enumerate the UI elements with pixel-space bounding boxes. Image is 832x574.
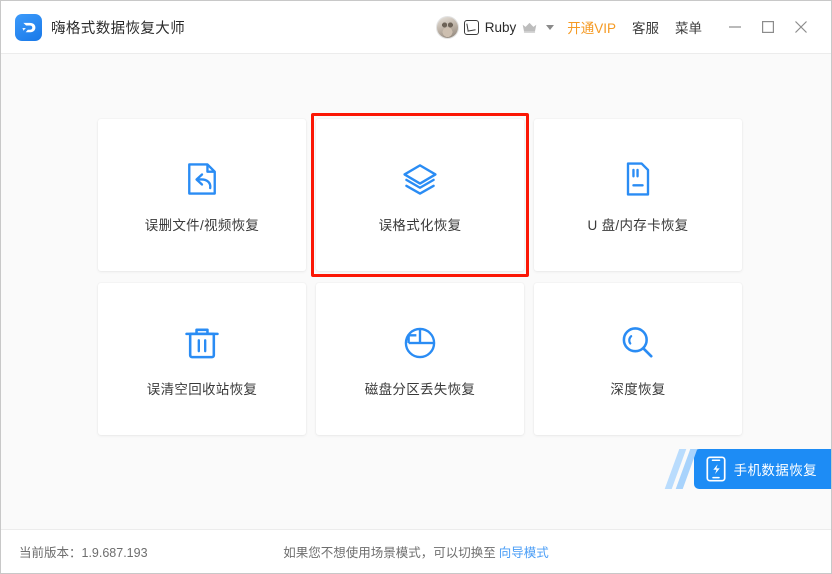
banner-body[interactable]: 手机数据恢复 — [693, 449, 831, 489]
account-area[interactable]: Ruby — [435, 15, 555, 39]
content-area: 误删文件/视频恢复 误格式化恢复 U 盘/内存卡恢复 误清空回收站恢复 磁盘分区… — [1, 54, 831, 529]
chevron-down-icon[interactable] — [546, 24, 555, 30]
wizard-mode-link[interactable]: 向导模式 — [499, 546, 549, 560]
banner-label: 手机数据恢复 — [733, 463, 817, 478]
status-bar: 当前版本：1.9.687.193 如果您不想使用场景模式，可以切换至 向导模式 — [1, 529, 831, 573]
crown-icon — [521, 21, 538, 34]
file-restore-icon — [182, 156, 222, 202]
app-logo-d-icon — [15, 13, 42, 41]
maximize-button[interactable] — [751, 12, 784, 42]
phone-recovery-icon — [706, 456, 726, 482]
user-badge-icon — [463, 19, 479, 35]
version-label: 当前版本：1.9.687.193 — [19, 546, 148, 560]
app-window: 嗨格式数据恢复大师 Ruby 开通VIP 客服 菜单 误删文件/视频恢复 误格式… — [0, 0, 832, 574]
card-label: U 盘/内存卡恢复 — [587, 218, 689, 233]
trash-icon — [182, 320, 222, 366]
brand: 嗨格式数据恢复大师 — [15, 13, 186, 41]
card-recycle-bin-recovery[interactable]: 误清空回收站恢复 — [98, 283, 306, 435]
disk-partition-icon — [400, 320, 440, 366]
close-button[interactable] — [784, 12, 817, 42]
memory-card-icon — [618, 156, 658, 202]
card-partition-loss-recovery[interactable]: 磁盘分区丢失恢复 — [316, 283, 524, 435]
card-label: 磁盘分区丢失恢复 — [364, 382, 476, 397]
username-label: Ruby — [484, 19, 517, 35]
card-label: 深度恢复 — [610, 382, 666, 397]
minimize-button[interactable] — [718, 12, 751, 42]
card-deleted-file-video-recovery[interactable]: 误删文件/视频恢复 — [98, 119, 306, 271]
user-avatar[interactable] — [435, 15, 459, 39]
card-label: 误清空回收站恢复 — [146, 382, 258, 397]
banner-stripes — [664, 449, 697, 489]
customer-service-link[interactable]: 客服 — [632, 17, 659, 37]
magnifier-icon — [618, 320, 658, 366]
card-deep-recovery[interactable]: 深度恢复 — [534, 283, 742, 435]
card-usb-memorycard-recovery[interactable]: U 盘/内存卡恢复 — [534, 119, 742, 271]
open-vip-link[interactable]: 开通VIP — [567, 17, 616, 37]
card-label: 误删文件/视频恢复 — [144, 218, 260, 233]
window-controls — [718, 12, 817, 42]
title-bar: 嗨格式数据恢复大师 Ruby 开通VIP 客服 菜单 — [1, 1, 831, 54]
layers-stack-icon — [400, 156, 440, 202]
menu-link[interactable]: 菜单 — [675, 17, 702, 37]
scenario-card-grid: 误删文件/视频恢复 误格式化恢复 U 盘/内存卡恢复 误清空回收站恢复 磁盘分区… — [98, 113, 750, 435]
mode-switch-text: 如果您不想使用场景模式，可以切换至 — [283, 546, 496, 560]
phone-recovery-banner[interactable]: 手机数据恢复 — [664, 449, 831, 489]
card-label: 误格式化恢复 — [378, 218, 462, 233]
card-format-recovery[interactable]: 误格式化恢复 — [311, 113, 529, 277]
app-title: 嗨格式数据恢复大师 — [51, 20, 186, 37]
